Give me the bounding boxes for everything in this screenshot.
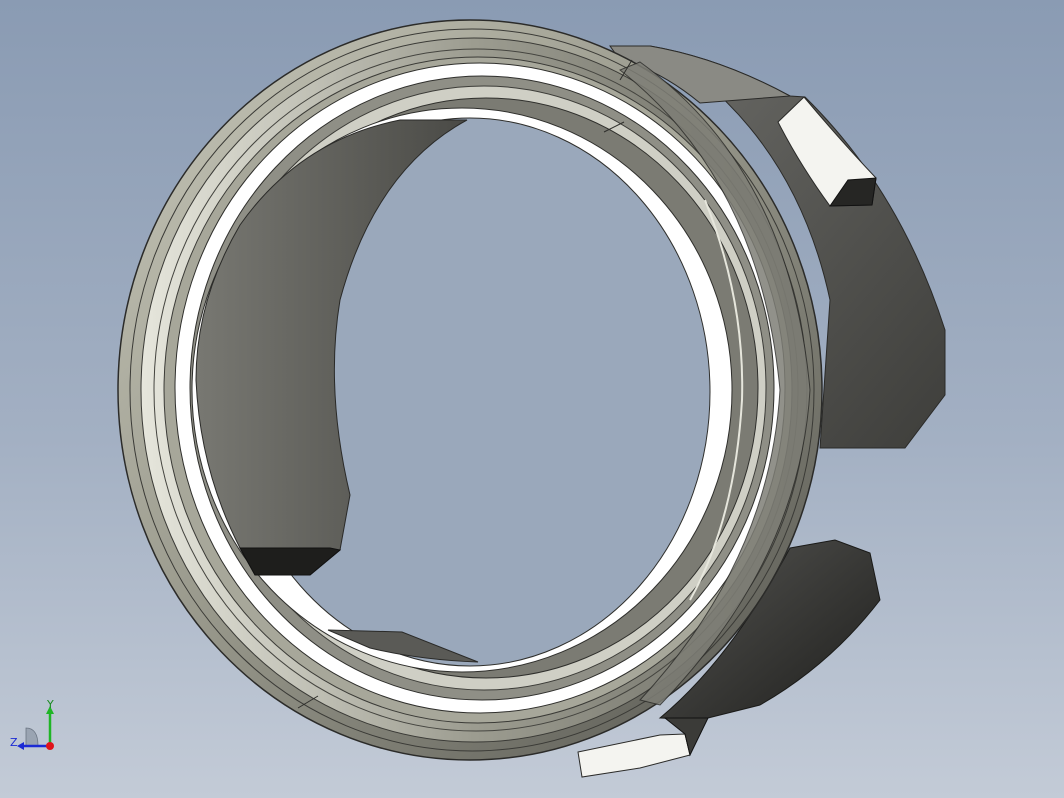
z-axis-label: Z [10,736,18,749]
x-axis-point-icon [46,742,54,750]
view-orientation-triad[interactable]: Y Z [8,698,68,758]
triad-base-icon [25,727,39,747]
cad-3d-viewport[interactable]: Y Z [0,0,1064,798]
y-axis-label: Y [46,698,54,711]
z-axis-arrow-icon [17,742,24,750]
lower-slot-tab [577,733,691,778]
bearing-sleeve-model[interactable] [0,0,1064,798]
